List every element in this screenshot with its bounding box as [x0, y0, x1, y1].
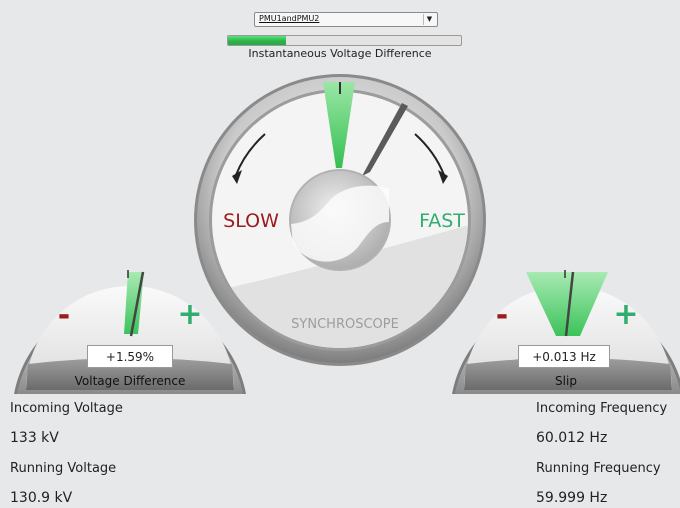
incoming-voltage-value: 133 kV [10, 430, 59, 446]
progress-label: Instantaneous Voltage Difference [248, 47, 432, 60]
incoming-voltage-label: Incoming Voltage [10, 401, 123, 416]
slip-gauge-title: Slip [555, 374, 577, 388]
running-frequency-label: Running Frequency [536, 461, 661, 476]
pmu-pair-select[interactable]: PMU1andPMU2 ▼ [254, 12, 438, 27]
slow-label: SLOW [223, 210, 279, 232]
fast-label: FAST [419, 210, 465, 232]
incoming-frequency-label: Incoming Frequency [536, 401, 668, 416]
pmu-pair-select-value: PMU1andPMU2 [259, 14, 320, 23]
synchroscope-title: SYNCHROSCOPE [291, 317, 399, 332]
slip-value-box: +0.013 Hz [518, 345, 610, 368]
plus-sign: + [177, 297, 202, 332]
running-voltage-label: Running Voltage [10, 461, 117, 476]
running-voltage-value: 130.9 kV [10, 490, 73, 506]
voltage-gauge-title: Voltage Difference [75, 374, 186, 388]
running-frequency-value: 59.999 Hz [536, 490, 608, 506]
voltage-difference-progress-bar [227, 35, 462, 46]
voltage-difference-gauge: - + Voltage Difference [14, 270, 246, 394]
minus-sign: - [496, 298, 508, 333]
incoming-frequency-value: 60.012 Hz [536, 430, 608, 446]
progress-fill [228, 36, 287, 45]
minus-sign: - [58, 298, 70, 333]
slip-gauge: - + Slip [452, 270, 680, 394]
dropdown-arrow-icon: ▼ [423, 14, 435, 25]
voltage-difference-value-box: +1.59% [87, 345, 173, 368]
plus-sign: + [613, 297, 638, 332]
